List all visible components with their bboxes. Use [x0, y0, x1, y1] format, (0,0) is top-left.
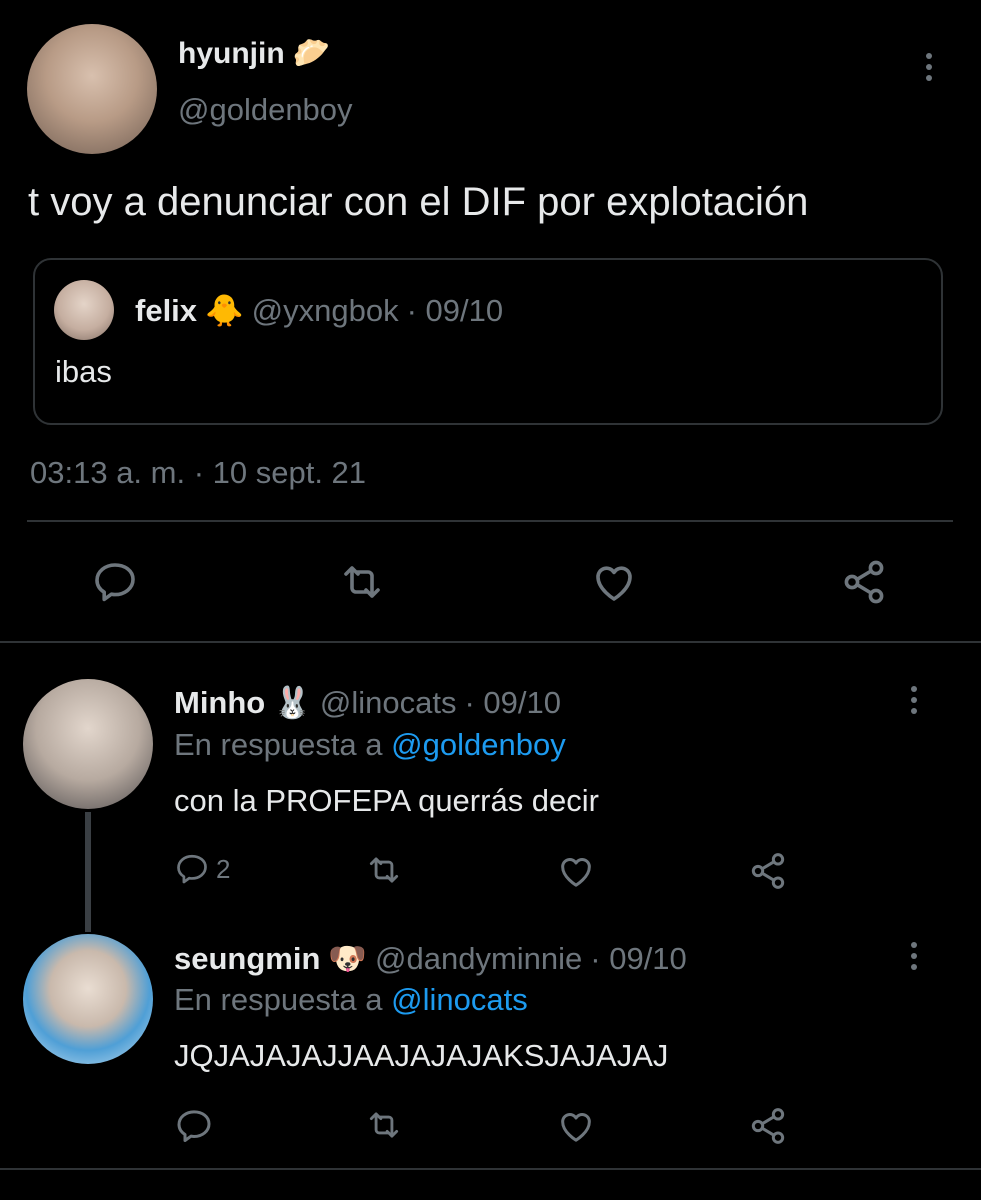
- quoted-author-name: felix: [135, 292, 198, 328]
- reply-prefix: En respuesta a: [174, 727, 383, 762]
- reply-context: En respuesta a @goldenboy: [174, 727, 566, 763]
- more-icon[interactable]: [924, 53, 934, 81]
- divider: [27, 520, 953, 522]
- like-icon[interactable]: [590, 558, 638, 606]
- reply-icon[interactable]: [91, 558, 139, 606]
- reply-date: · 09/10: [464, 684, 561, 720]
- reply-handle[interactable]: @linocats: [320, 685, 457, 721]
- reply-handle[interactable]: @dandyminnie: [375, 941, 582, 977]
- thread-line: [85, 812, 91, 932]
- reply-avatar[interactable]: [23, 679, 153, 809]
- avatar[interactable]: [27, 24, 157, 154]
- reply-icon[interactable]: [174, 1106, 214, 1146]
- more-icon[interactable]: [909, 942, 919, 970]
- author-line: hyunjin 🥟: [178, 36, 330, 71]
- quoted-avatar: [54, 280, 114, 340]
- more-icon[interactable]: [909, 686, 919, 714]
- divider: [0, 1168, 981, 1170]
- tweet-text: t voy a denunciar con el DIF por explota…: [28, 180, 809, 224]
- reply-avatar[interactable]: [23, 934, 153, 1064]
- reply-author-emoji: 🐰: [273, 685, 312, 720]
- quoted-tweet[interactable]: felix 🐥 @yxngbok · 09/10 ibas: [33, 258, 943, 425]
- reply-to-link[interactable]: @goldenboy: [391, 727, 566, 762]
- reply-text: con la PROFEPA querrás decir: [174, 783, 599, 818]
- author-name[interactable]: hyunjin: [178, 37, 285, 71]
- reply-icon[interactable]: [174, 851, 210, 887]
- share-icon[interactable]: [840, 558, 888, 606]
- retweet-icon[interactable]: [365, 851, 403, 889]
- reply-button[interactable]: 2: [174, 851, 230, 887]
- quoted-date: · 09/10: [406, 292, 504, 328]
- quoted-author-emoji: 🐥: [205, 293, 244, 328]
- reply-text: JQJAJAJAJJAAJAJAJAKSJAJAJAJ: [174, 1038, 669, 1073]
- author-handle[interactable]: @goldenboy: [178, 92, 353, 128]
- quoted-text: ibas: [55, 354, 112, 389]
- retweet-icon[interactable]: [365, 1106, 403, 1144]
- like-icon[interactable]: [556, 1106, 596, 1146]
- divider: [0, 641, 981, 643]
- like-icon[interactable]: [556, 851, 596, 891]
- author-emoji: 🥟: [292, 37, 331, 70]
- reply-author-emoji: 🐶: [328, 941, 368, 976]
- reply-date: · 09/10: [590, 940, 687, 976]
- reply-count: 2: [216, 853, 231, 884]
- timestamp: 03:13 a. m. · 10 sept. 21: [30, 455, 367, 490]
- reply-to-link[interactable]: @linocats: [391, 982, 528, 1017]
- share-icon[interactable]: [748, 851, 788, 891]
- reply-prefix: En respuesta a: [174, 982, 383, 1017]
- quoted-handle: @yxngbok: [251, 292, 399, 328]
- reply-context: En respuesta a @linocats: [174, 982, 528, 1018]
- reply-author-name[interactable]: Minho: [174, 685, 265, 721]
- retweet-icon[interactable]: [338, 558, 386, 606]
- share-icon[interactable]: [748, 1106, 788, 1146]
- reply-author-name[interactable]: seungmin: [174, 941, 320, 977]
